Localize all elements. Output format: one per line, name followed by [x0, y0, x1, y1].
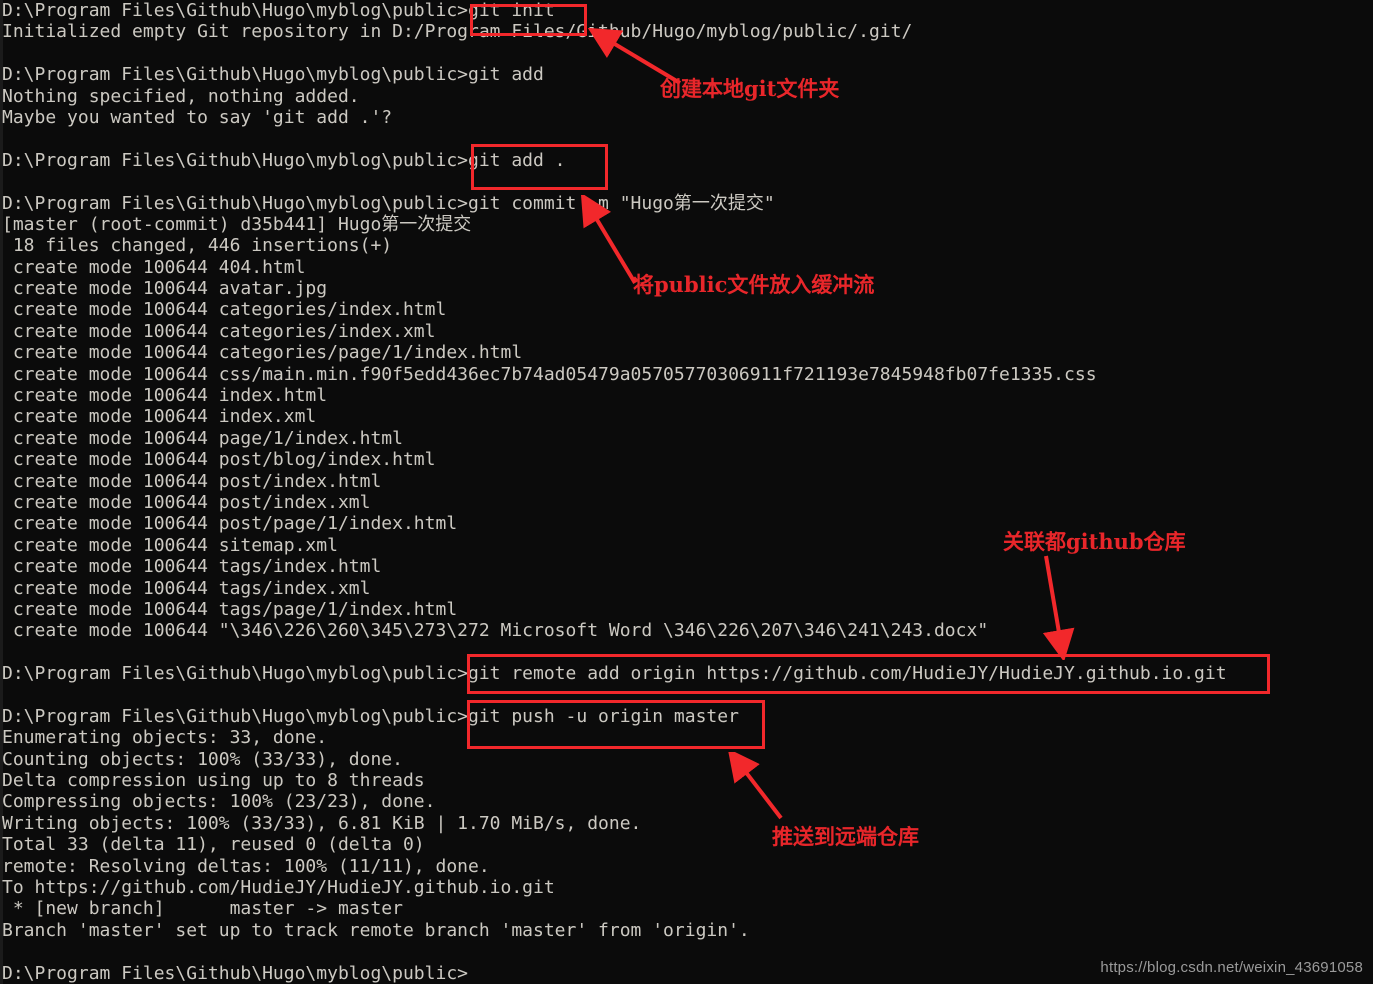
console-line: create mode 100644 categories/index.html — [2, 299, 447, 321]
console-line: create mode 100644 index.html — [2, 385, 328, 407]
console-line: 18 files changed, 446 insertions(+) — [2, 235, 393, 257]
console-line: D:\Program Files\Github\Hugo\myblog\publ… — [2, 663, 1227, 685]
console-line: create mode 100644 page/1/index.html — [2, 427, 403, 449]
console-line: create mode 100644 categories/page/1/ind… — [2, 342, 523, 364]
console-line: Counting objects: 100% (33/33), done. — [2, 748, 403, 770]
arrow-to-git-push — [727, 752, 783, 820]
console-line: create mode 100644 tags/index.xml — [2, 577, 371, 599]
console-line: create mode 100644 "\346\226\260\345\273… — [2, 620, 989, 642]
console-line: Writing objects: 100% (33/33), 6.81 KiB … — [2, 812, 642, 834]
console-line: To https://github.com/HudieJY/HudieJY.gi… — [2, 877, 555, 899]
console-line: create mode 100644 tags/index.html — [2, 556, 382, 578]
console-line: Total 33 (delta 11), reused 0 (delta 0) — [2, 834, 425, 856]
console-line: create mode 100644 post/index.html — [2, 470, 382, 492]
console-line: Enumerating objects: 33, done. — [2, 727, 328, 749]
console-line: create mode 100644 tags/page/1/index.htm… — [2, 598, 458, 620]
console-line: Delta compression using up to 8 threads — [2, 770, 425, 792]
console-line: create mode 100644 post/blog/index.html — [2, 449, 436, 471]
console-line: Maybe you wanted to say 'git add .'? — [2, 106, 393, 128]
annotation-git-push: 推送到远端仓库 — [772, 824, 919, 849]
terminal-window: D:\Program Files\Github\Hugo\myblog\publ… — [0, 0, 1373, 984]
console-output-area[interactable]: D:\Program Files\Github\Hugo\myblog\publ… — [0, 0, 1373, 984]
annotation-git-remote: 关联都github仓库 — [1003, 529, 1186, 554]
console-line: create mode 100644 categories/index.xml — [2, 320, 436, 342]
watermark-text: https://blog.csdn.net/weixin_43691058 — [1100, 959, 1363, 976]
console-line: D:\Program Files\Github\Hugo\myblog\publ… — [2, 0, 555, 21]
console-line: create mode 100644 index.xml — [2, 406, 317, 428]
annotation-git-add: 将public文件放入缓冲流 — [633, 272, 875, 297]
console-line: Branch 'master' set up to track remote b… — [2, 919, 750, 941]
console-line: D:\Program Files\Github\Hugo\myblog\publ… — [2, 192, 775, 214]
console-line: Compressing objects: 100% (23/23), done. — [2, 791, 436, 813]
annotation-git-init: 创建本地git文件夹 — [660, 76, 840, 101]
console-line: [master (root-commit) d35b441] Hugo第一次提交 — [2, 213, 472, 235]
console-line: * [new branch] master -> master — [2, 898, 403, 920]
console-line: D:\Program Files\Github\Hugo\myblog\publ… — [2, 149, 566, 171]
console-line: create mode 100644 post/index.xml — [2, 491, 371, 513]
console-line: create mode 100644 css/main.min.f90f5edd… — [2, 363, 1097, 385]
arrow-to-git-remote — [1042, 555, 1075, 660]
console-line: D:\Program Files\Github\Hugo\myblog\publ… — [2, 705, 739, 727]
console-line: remote: Resolving deltas: 100% (11/11), … — [2, 855, 490, 877]
